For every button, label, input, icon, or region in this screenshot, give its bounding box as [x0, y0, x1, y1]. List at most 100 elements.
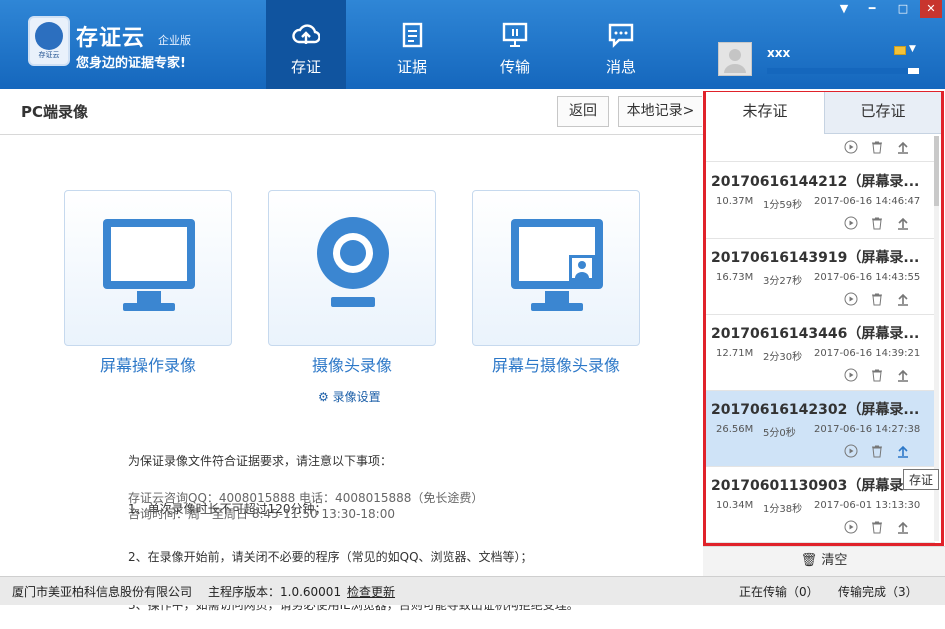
close-button[interactable]: ✕	[920, 0, 942, 18]
monitor-transfer-icon	[502, 22, 528, 47]
play-icon[interactable]	[844, 216, 858, 230]
nav-tab-zhengju[interactable]: 证据	[372, 0, 452, 89]
local-records-label: 本地记录	[626, 103, 683, 119]
recording-list-item[interactable]: 20170616143919（屏幕录... 16.73M 3分27秒 2017-06-…	[706, 239, 935, 315]
trash-icon[interactable]	[870, 140, 884, 154]
gear-icon: ⚙	[318, 390, 329, 404]
recording-date: 2017-06-16 14:27:38	[814, 424, 921, 435]
recording-list-item[interactable]: 20170616142302（屏幕录... 26.56M 5分0秒 2017-06-1…	[706, 391, 935, 467]
user-silhouette-icon	[724, 49, 746, 73]
upload-icon[interactable]	[896, 368, 910, 382]
logo-text: 存证云	[38, 51, 60, 59]
contact-line: 咨询时间：周一至周日 8:45-11:50 13:30-18:00	[128, 507, 395, 521]
upload-icon[interactable]	[896, 520, 910, 534]
trash-icon[interactable]	[870, 520, 884, 534]
recording-duration: 3分27秒	[763, 276, 803, 287]
cloud-upload-icon	[292, 24, 320, 44]
screen-record-card[interactable]	[64, 190, 232, 346]
nav-tab-label: 消息	[605, 58, 636, 76]
nav-tab-label: 传输	[499, 58, 530, 76]
clear-all-button[interactable]: 🗑 清空	[703, 546, 945, 576]
trash-icon[interactable]	[870, 368, 884, 382]
nav-tab-label: 存证	[290, 58, 321, 76]
nav-tab-xiaoxi[interactable]: 消息	[581, 0, 661, 89]
clear-all-label: 清空	[821, 553, 848, 568]
play-icon[interactable]	[844, 292, 858, 306]
check-update-link[interactable]: 检查更新	[347, 583, 395, 600]
chevron-right-icon: >	[682, 103, 695, 119]
chat-bubble-icon	[608, 23, 634, 48]
trash-icon: 🗑	[800, 553, 818, 568]
status-flag-icon[interactable]	[894, 46, 906, 55]
window-menu-button[interactable]: ▼	[833, 0, 855, 18]
recording-list-item[interactable]: 20170601130903（屏幕录... 10.34M 1分38秒 2017-06-…	[706, 467, 935, 543]
contact-info: 存证云咨询QQ：4008015888 电话：4008015888（免长途费） 咨…	[128, 490, 483, 522]
nav-tab-label: 证据	[396, 58, 427, 76]
recording-date: 2017-06-16 14:43:55	[814, 272, 921, 283]
logo-emblem-icon	[35, 22, 63, 50]
recording-date: 2017-06-01 13:13:30	[814, 500, 921, 511]
recording-date: 2017-06-16 14:39:21	[814, 348, 921, 359]
recording-name: 20170616143919（屏幕录...	[711, 250, 920, 266]
back-button[interactable]: 返回	[557, 96, 609, 127]
page-title: PC端录像	[21, 103, 89, 121]
screen-webcam-record-card[interactable]	[472, 190, 640, 346]
recording-size: 26.56M	[716, 424, 754, 435]
record-settings-label: 录像设置	[332, 390, 381, 404]
recording-list-item[interactable]: 20170616143446（屏幕录... 12.71M 2分30秒 2017-06-…	[706, 315, 935, 391]
webcam-record-label[interactable]: 摄像头录像	[250, 352, 454, 376]
play-icon[interactable]	[844, 520, 858, 534]
contact-line: 存证云咨询QQ：4008015888 电话：4008015888（免长途费）	[128, 491, 484, 505]
screen-record-label[interactable]: 屏幕操作录像	[46, 352, 250, 376]
recording-name: 20170616143446（屏幕录...	[711, 326, 920, 342]
storage-progress-fill	[767, 68, 909, 74]
tab-unsaved[interactable]: 未存证	[706, 92, 824, 134]
upload-tooltip: 存证	[903, 469, 940, 490]
upload-icon[interactable]	[896, 140, 910, 154]
play-icon[interactable]	[844, 140, 858, 154]
recording-name: 20170616144212（屏幕录...	[711, 174, 920, 190]
recording-size: 10.34M	[716, 500, 754, 511]
play-icon[interactable]	[844, 444, 858, 458]
nav-tab-cunzheng[interactable]: 存证	[266, 0, 346, 89]
screen-webcam-record-label[interactable]: 屏幕与摄像头录像	[454, 352, 658, 376]
chevron-down-icon[interactable]: ▼	[909, 44, 916, 54]
upload-icon[interactable]	[896, 444, 910, 458]
recording-size: 16.73M	[716, 272, 754, 283]
local-records-button[interactable]: 本地记录>	[618, 96, 702, 127]
play-icon[interactable]	[844, 368, 858, 382]
uploading-count[interactable]: 正在传输（0）	[739, 583, 819, 600]
recording-date: 2017-06-16 14:46:47	[814, 196, 921, 207]
monitor-icon	[103, 219, 195, 311]
trash-icon[interactable]	[870, 444, 884, 458]
app-logo: 存证云	[28, 16, 70, 66]
recording-list-item[interactable]: 20170616144212（屏幕录... 10.37M 1分59秒 2017-06-…	[706, 163, 935, 239]
monitor-webcam-icon	[511, 219, 603, 311]
trash-icon[interactable]	[870, 292, 884, 306]
status-bar: 厦门市美亚柏科信息股份有限公司 主程序版本：1.0.60001 检查更新 正在传…	[0, 576, 945, 605]
avatar[interactable]	[718, 42, 752, 76]
username: xxx	[767, 46, 791, 60]
nav-tab-chuanshu[interactable]: 传输	[475, 0, 555, 89]
trash-icon[interactable]	[870, 216, 884, 230]
completed-count[interactable]: 传输完成（3）	[838, 583, 918, 600]
note-line: 2、在录像开始前，请关闭不必要的程序（常见的如QQ、浏览器、文档等）；	[128, 550, 533, 564]
brand-slogan: 您身边的证据专家!	[76, 56, 186, 71]
recording-size: 10.37M	[716, 196, 754, 207]
recording-duration: 2分30秒	[763, 352, 803, 363]
record-settings-link[interactable]: ⚙ 录像设置	[318, 388, 381, 405]
recording-duration: 1分59秒	[763, 200, 803, 211]
recording-duration: 1分38秒	[763, 504, 803, 515]
upload-icon[interactable]	[896, 216, 910, 230]
list-item-actions	[706, 136, 935, 162]
scrollbar-thumb[interactable]	[934, 136, 939, 206]
maximize-button[interactable]: □	[892, 0, 914, 18]
minimize-button[interactable]: ━	[861, 0, 883, 18]
upload-icon[interactable]	[896, 292, 910, 306]
recording-duration: 5分0秒	[763, 428, 796, 439]
note-line: 为保证录像文件符合证据要求，请注意以下事项：	[128, 454, 393, 468]
tab-saved[interactable]: 已存证	[824, 92, 941, 134]
webcam-record-card[interactable]	[268, 190, 436, 346]
webcam-icon	[317, 217, 389, 307]
recording-size: 12.71M	[716, 348, 754, 359]
